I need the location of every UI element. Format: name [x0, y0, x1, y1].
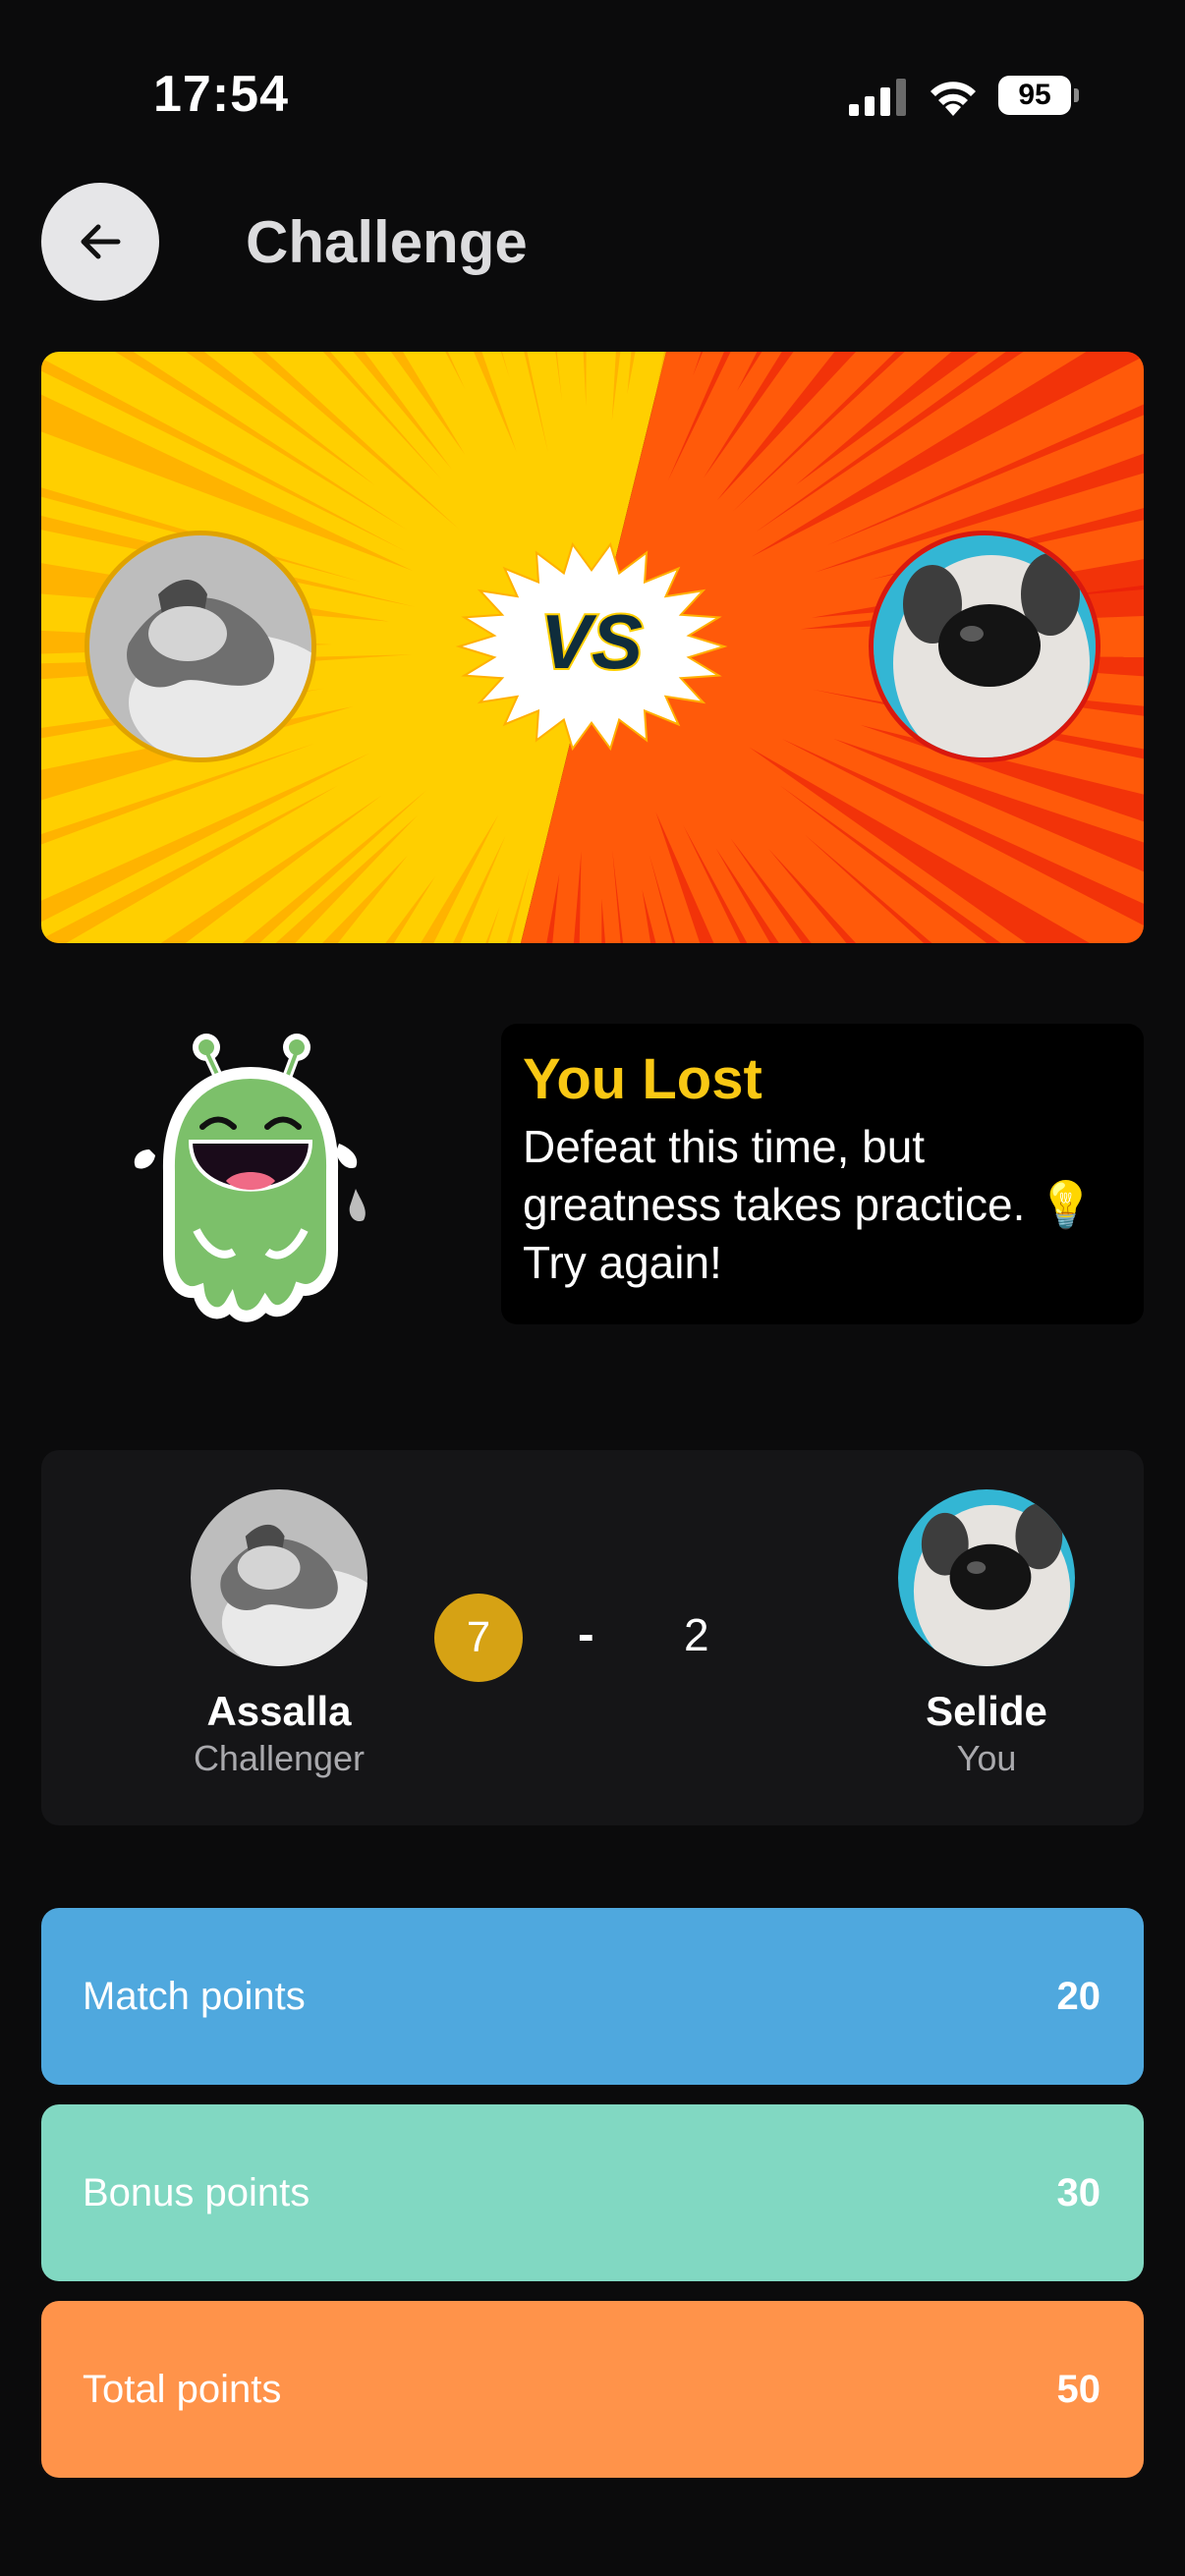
you-banner-avatar — [869, 531, 1100, 762]
result-card: You Lost Defeat this time, but greatness… — [501, 1024, 1144, 1324]
challenger-score-badge: 7 — [434, 1594, 523, 1682]
battery-icon: 95 — [998, 76, 1079, 115]
you-name: Selide — [926, 1688, 1047, 1734]
battery-level: 95 — [998, 76, 1071, 115]
total-points-value: 50 — [1056, 2367, 1101, 2411]
back-button[interactable] — [41, 183, 159, 301]
result-message: Defeat this time, but greatness takes pr… — [523, 1121, 1095, 1288]
challenger-player: Assalla Challenger — [161, 1489, 397, 1780]
result-title: You Lost — [523, 1047, 762, 1111]
score-separator: - — [578, 1606, 594, 1661]
match-points-label: Match points — [83, 1974, 306, 2018]
bonus-points-label: Bonus points — [83, 2170, 310, 2214]
versus-banner: VS — [41, 352, 1144, 943]
challenger-role: Challenger — [193, 1738, 366, 1778]
wifi-icon — [931, 82, 976, 116]
arrow-left-icon — [81, 224, 121, 259]
vs-badge: VS — [454, 538, 729, 755]
challenger-banner-avatar — [85, 531, 316, 762]
you-role: You — [956, 1738, 1017, 1778]
challenger-avatar — [191, 1489, 367, 1666]
cellular-signal-icon — [849, 79, 906, 116]
challenger-name: Assalla — [206, 1688, 352, 1734]
page-title: Challenge — [246, 209, 528, 275]
total-points-label: Total points — [83, 2367, 282, 2411]
you-score: 2 — [684, 1609, 709, 1660]
bonus-points-value: 30 — [1056, 2170, 1101, 2214]
score-card: Assalla Challenger 7 - 2 Selide You — [41, 1450, 1144, 1825]
you-avatar — [898, 1489, 1075, 1666]
total-points-row: Total points 50 — [41, 2301, 1144, 2478]
svg-text:VS: VS — [540, 598, 643, 685]
status-bar: 17:54 95 — [0, 0, 1185, 187]
crying-mascot-icon — [128, 1034, 373, 1328]
bonus-points-row: Bonus points 30 — [41, 2104, 1144, 2281]
match-points-row: Match points 20 — [41, 1908, 1144, 2085]
status-time: 17:54 — [153, 66, 289, 123]
match-points-value: 20 — [1056, 1974, 1101, 2018]
you-player: Selide You — [869, 1489, 1104, 1780]
